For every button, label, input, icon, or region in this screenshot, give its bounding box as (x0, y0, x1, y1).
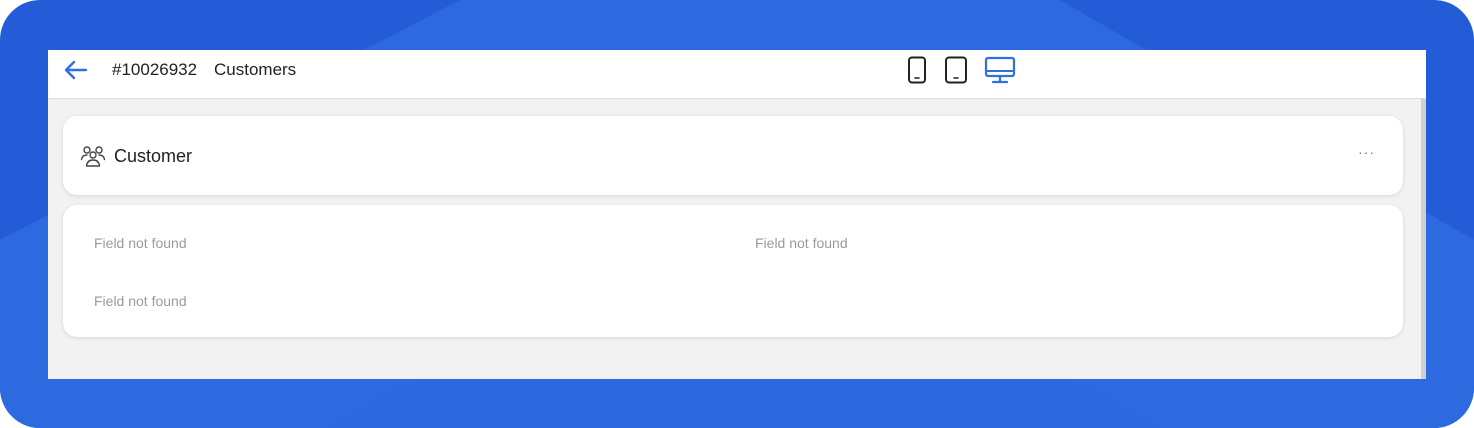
arrow-left-icon (64, 60, 88, 80)
users-group-icon (80, 146, 106, 167)
section-title: Customer (114, 146, 193, 166)
record-id: #10026932 (112, 60, 198, 79)
top-bar: #10026932 Customers (48, 50, 1426, 99)
page-title: Customers (214, 60, 297, 79)
mobile-device-icon (908, 56, 926, 84)
more-options-button[interactable]: ··· (1358, 144, 1375, 160)
device-desktop-button[interactable] (982, 54, 1018, 86)
scrollbar[interactable] (1421, 99, 1426, 379)
field-placeholder: Field not found (94, 235, 187, 251)
customer-fields-card: Field not found Field not found Field no… (63, 205, 1403, 337)
tablet-device-icon (945, 56, 967, 84)
customer-section-header: Customer ··· (63, 116, 1403, 195)
device-tablet-button[interactable] (942, 54, 970, 86)
desktop-monitor-icon (984, 56, 1016, 84)
field-placeholder: Field not found (94, 293, 187, 309)
app-window: #10026932 Customers Customer ··· Field n… (48, 50, 1426, 379)
background-frame: #10026932 Customers Customer ··· Field n… (0, 0, 1474, 428)
field-placeholder: Field not found (755, 235, 848, 251)
back-button[interactable] (60, 58, 90, 82)
device-mobile-button[interactable] (904, 54, 930, 86)
